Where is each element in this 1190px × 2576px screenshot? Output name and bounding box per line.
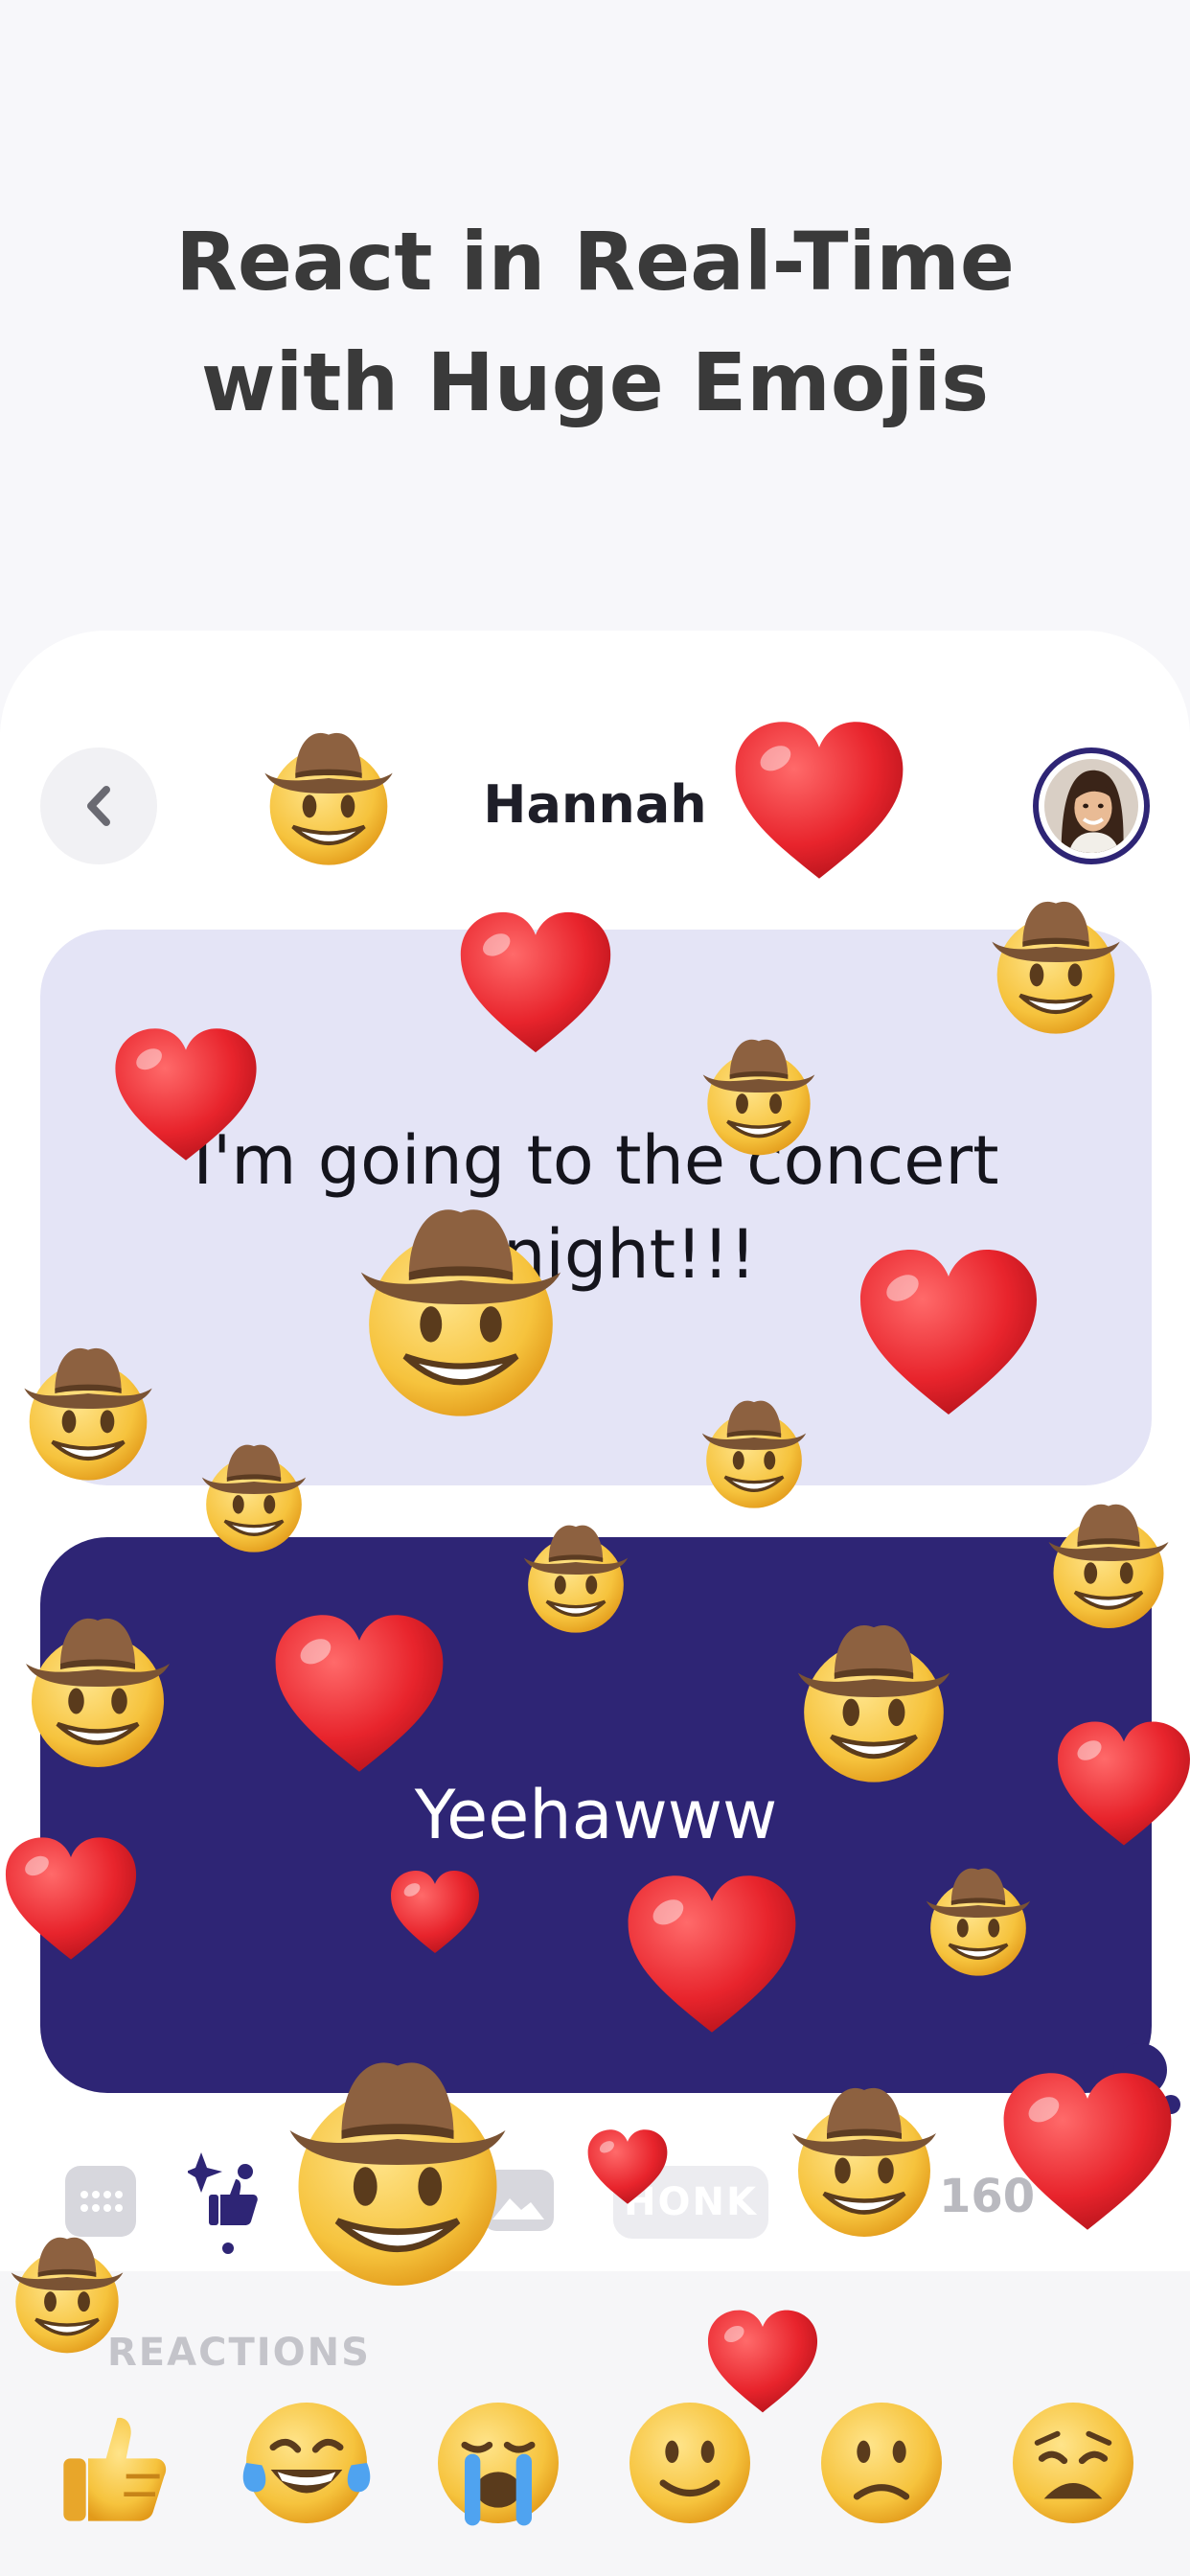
- reactions-row: [0, 2396, 1190, 2540]
- outgoing-message-text: Yeehawww: [414, 1776, 778, 1854]
- sparkle-thumbs-icon: [186, 2152, 258, 2254]
- photo-icon: [492, 2198, 544, 2220]
- contact-name[interactable]: Hannah: [403, 774, 787, 835]
- headline-line-1: React in Real-Time: [175, 215, 1015, 309]
- keyboard-icon: [80, 2191, 123, 2212]
- outgoing-bubble-tail-icon: [1113, 2043, 1180, 2114]
- composer-toolbar: HONK 160: [0, 2126, 1190, 2269]
- back-button[interactable]: [40, 748, 157, 864]
- phone-screen: Hannah I'm going to the concert tonight!…: [0, 631, 1190, 2576]
- avatar-photo: [1044, 759, 1138, 853]
- reactions-title: REACTIONS: [107, 2331, 371, 2375]
- reactions-panel: REACTIONS: [0, 2271, 1190, 2576]
- headline-line-2: with Huge Emojis: [200, 335, 990, 429]
- weary-icon[interactable]: [1006, 2396, 1140, 2530]
- headline: React in Real-Time with Huge Emojis: [0, 201, 1190, 443]
- slightly-smiling-icon[interactable]: [623, 2396, 757, 2530]
- chevron-left-icon: [87, 786, 110, 826]
- honk-button[interactable]: HONK: [613, 2166, 768, 2239]
- reactions-button[interactable]: [186, 2150, 284, 2256]
- crying-icon[interactable]: [431, 2396, 565, 2530]
- tears-of-joy-icon[interactable]: [240, 2396, 374, 2530]
- incoming-message-text: I'm going to the concert tonight!!!: [193, 1121, 999, 1294]
- character-count: 160: [939, 2170, 1036, 2223]
- keyboard-button[interactable]: [65, 2166, 136, 2237]
- contact-avatar[interactable]: [1033, 748, 1150, 864]
- slightly-frowning-icon[interactable]: [814, 2396, 949, 2530]
- outgoing-message[interactable]: Yeehawww: [40, 1537, 1152, 2093]
- photo-button[interactable]: [483, 2170, 554, 2231]
- thumbs-up-icon[interactable]: [48, 2396, 182, 2530]
- incoming-message[interactable]: I'm going to the concert tonight!!!: [40, 930, 1152, 1485]
